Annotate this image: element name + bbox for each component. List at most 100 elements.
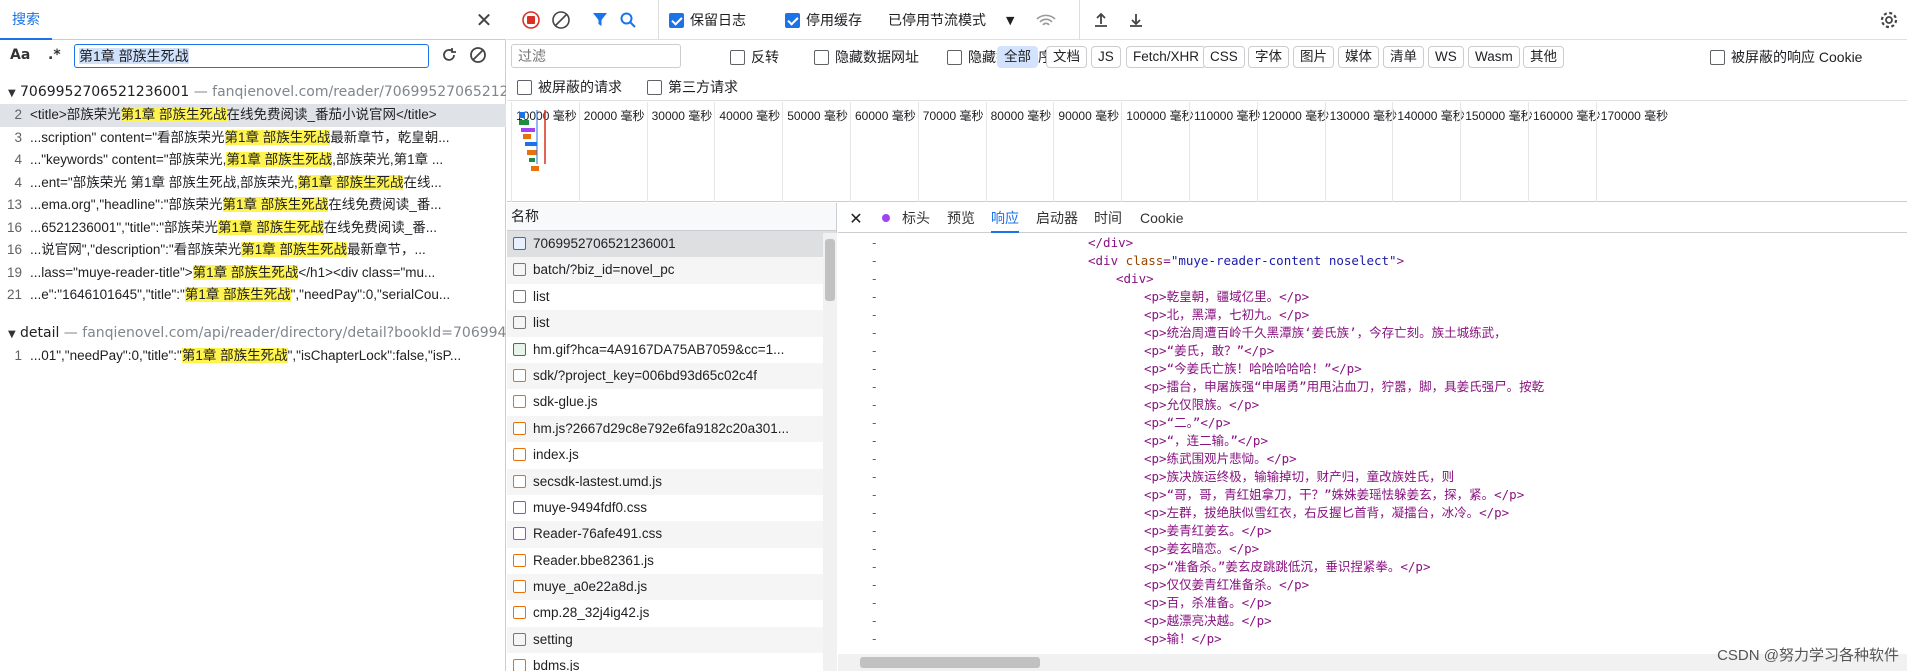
filter-type-5[interactable]: 字体: [1248, 46, 1289, 68]
request-row[interactable]: sdk-glue.js: [507, 389, 836, 415]
request-row[interactable]: secsdk-lastest.umd.js: [507, 468, 836, 495]
expand-triangle-icon[interactable]: ▼: [8, 82, 20, 104]
search-result-line[interactable]: 1 ...01","needPay":0,"title":"第1章 部族生死战",…: [0, 345, 506, 368]
request-name: list: [533, 315, 550, 331]
tab-detail-2[interactable]: 响应: [991, 203, 1019, 233]
timeline-tick: 80000 毫秒: [985, 102, 1051, 202]
request-row[interactable]: cmp.28_32j4ig42.js: [507, 600, 836, 626]
filter-type-7[interactable]: 媒体: [1338, 46, 1379, 68]
search-result-line[interactable]: 13 ...ema.org","headline":"部族荣光第1章 部族生死战在…: [0, 194, 506, 217]
search-result-line[interactable]: 3 ...scription" content="看部族荣光第1章 部族生死战最新…: [0, 127, 506, 150]
search-input[interactable]: 第1章 部族生死战: [74, 44, 429, 68]
record-icon[interactable]: [521, 0, 541, 40]
clear-icon[interactable]: [467, 44, 489, 66]
tab-detail-1[interactable]: 预览: [947, 203, 975, 233]
tab-detail-3[interactable]: 启动器: [1036, 203, 1078, 233]
regex-toggle[interactable]: .*: [48, 41, 61, 69]
invert-checkbox[interactable]: 反转: [730, 41, 779, 73]
refresh-icon[interactable]: [438, 44, 460, 66]
close-icon[interactable]: ✕: [846, 208, 866, 228]
checkbox-icon: [669, 12, 684, 28]
filter-type-11[interactable]: 其他: [1523, 46, 1564, 68]
search-result-line[interactable]: 19 ...lass="muye-reader-title">第1章 部族生死战<…: [0, 262, 506, 285]
line-text: ","isChapterLock":false,"isP...: [287, 347, 462, 363]
filter-icon[interactable]: [591, 0, 609, 40]
line-text: </h1><div class="mu...: [298, 264, 436, 280]
request-row[interactable]: Reader.bbe82361.js: [507, 548, 836, 574]
timeline-overview[interactable]: 10000 毫秒 20000 毫秒 30000 毫秒 40000 毫秒 50000 毫秒…: [507, 102, 1907, 202]
code-text: <p>百，杀准备。</p>: [1144, 595, 1272, 610]
filter-type-0[interactable]: 全部: [997, 46, 1038, 68]
close-icon[interactable]: ✕: [472, 8, 496, 32]
filter-type-10[interactable]: Wasm: [1468, 46, 1520, 68]
css-file-icon: [513, 527, 526, 541]
tab-search[interactable]: 搜索: [0, 0, 52, 40]
xhr-file-icon: [513, 263, 526, 277]
code-line: - <p>练武围观片悲恸。</p>: [838, 450, 1907, 468]
column-header-name[interactable]: 名称: [507, 203, 836, 231]
filter-type-1[interactable]: 文档: [1046, 46, 1087, 68]
search-result-line[interactable]: 4 ..."keywords" content="部族荣光,第1章 部族生死战,部…: [0, 149, 506, 172]
search-result-line[interactable]: 2 <title>部族荣光第1章 部族生死战在线免费阅读_番茄小说官网</titl…: [0, 104, 506, 127]
search-result-file[interactable]: ▼ detail — fanqienovel.com/api/reader/dir…: [0, 321, 506, 345]
filter-type-9[interactable]: WS: [1428, 46, 1464, 68]
search-icon[interactable]: [619, 0, 637, 40]
request-row[interactable]: setting: [507, 626, 836, 654]
settings-icon[interactable]: [1879, 0, 1899, 40]
request-row[interactable]: index.js: [507, 442, 836, 468]
request-row[interactable]: hm.gif?hca=4A9167DA75AB7059&cc=1...: [507, 337, 836, 363]
request-list: 名称 7069952706521236001 batch/?biz_id=nove…: [507, 203, 837, 671]
tab-detail-5[interactable]: Cookie: [1140, 203, 1184, 233]
request-row[interactable]: list: [507, 284, 836, 310]
filter-type-3[interactable]: Fetch/XHR: [1126, 46, 1207, 68]
scrollbar-thumb[interactable]: [860, 657, 1040, 668]
blocked-requests-checkbox[interactable]: 被屏蔽的请求: [517, 73, 622, 101]
search-result-file[interactable]: ▼ 7069952706521236001 — fanqienovel.com/r…: [0, 80, 506, 104]
script-file-icon: [513, 421, 526, 435]
request-row[interactable]: batch/?biz_id=novel_pc: [507, 257, 836, 284]
disable-cache-checkbox[interactable]: 停用缓存: [785, 0, 862, 40]
third-party-checkbox[interactable]: 第三方请求: [647, 73, 738, 101]
tab-detail-0[interactable]: 标头: [902, 203, 930, 233]
timeline-tick: 140000 毫秒: [1392, 102, 1465, 202]
doc-file-icon: [513, 237, 526, 250]
search-result-line[interactable]: 4 ...ent="部族荣光 第1章 部族生死战,部族荣光,第1章 部族生死战在线…: [0, 172, 506, 195]
request-row[interactable]: hm.js?2667d29c8e792e6fa9182c20a301...: [507, 415, 836, 443]
preserve-log-checkbox[interactable]: 保留日志: [658, 0, 746, 40]
line-number: 16: [6, 219, 22, 235]
request-row[interactable]: muye_a0e22a8d.js: [507, 574, 836, 601]
request-row[interactable]: Reader-76afe491.css: [507, 521, 836, 548]
import-har-icon[interactable]: [1079, 0, 1110, 40]
request-row[interactable]: sdk/?project_key=006bd93d65c02c4f: [507, 362, 836, 390]
request-row[interactable]: bdms.js: [507, 653, 836, 671]
match-case-toggle[interactable]: Aa: [10, 41, 30, 69]
search-result-line[interactable]: 21 ...e":"1646101645","title":"第1章 部族生死战"…: [0, 284, 506, 307]
request-row[interactable]: list: [507, 310, 836, 337]
network-conditions-icon[interactable]: [1035, 0, 1057, 40]
request-name: list: [533, 288, 550, 304]
script-file-icon: [513, 606, 526, 620]
search-result-line[interactable]: 16 ...6521236001","title":"部族荣光第1章 部族生死战在…: [0, 217, 506, 240]
export-har-icon[interactable]: [1127, 0, 1145, 40]
blocked-response-cookies-checkbox[interactable]: 被屏蔽的响应 Cookie: [1710, 41, 1862, 73]
response-body[interactable]: - </div> - <div class="muye-reader-content …: [838, 234, 1907, 654]
tab-detail-4[interactable]: 时间: [1094, 203, 1122, 233]
clear-log-icon[interactable]: [551, 0, 571, 40]
scrollbar-thumb[interactable]: [825, 239, 835, 301]
expand-triangle-icon[interactable]: ▼: [8, 323, 20, 345]
filter-type-8[interactable]: 清单: [1383, 46, 1424, 68]
filter-type-4[interactable]: CSS: [1203, 46, 1245, 68]
filter-type-2[interactable]: JS: [1091, 46, 1121, 68]
filter-input[interactable]: [511, 44, 681, 68]
throttling-select[interactable]: 已停用节流模式 ▼: [882, 0, 1014, 40]
hide-data-urls-checkbox[interactable]: 隐藏数据网址: [814, 41, 919, 73]
request-list-scrollbar[interactable]: [823, 233, 837, 671]
request-row[interactable]: 7069952706521236001: [507, 231, 836, 258]
request-row[interactable]: muye-9494fdf0.css: [507, 495, 836, 521]
filter-type-6[interactable]: 图片: [1293, 46, 1334, 68]
code-text: <p>“准备杀。”姜玄皮跳跳低沉，垂识捏紧拳。</p>: [1144, 559, 1431, 574]
diff-marker: -: [870, 577, 878, 592]
diff-marker: -: [870, 379, 878, 394]
timeline-tick: 110000 毫秒: [1189, 102, 1261, 202]
search-result-line[interactable]: 16 ...说官网","description":"看部族荣光第1章 部族生死战最…: [0, 239, 506, 262]
